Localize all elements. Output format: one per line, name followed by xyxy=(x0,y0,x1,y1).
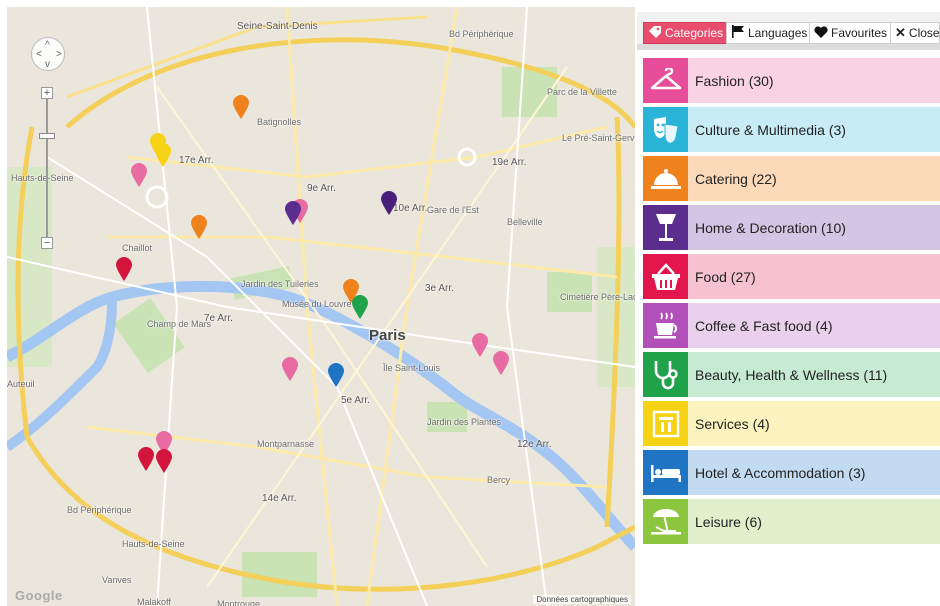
zoom-thumb[interactable] xyxy=(39,133,55,139)
category-list: Fashion (30) Culture & Multimedia (3) Ca… xyxy=(643,58,940,548)
tab-languages-label: Languages xyxy=(748,26,808,40)
category-food[interactable]: Food (27) xyxy=(643,254,940,299)
lamp-icon xyxy=(643,205,688,250)
bed-icon xyxy=(643,450,688,495)
category-label: Home & Decoration (10) xyxy=(688,205,940,250)
category-coffee-fast-food[interactable]: Coffee & Fast food (4) xyxy=(643,303,940,348)
app-root: Seine-Saint-Denis Bd Périphérique Parc d… xyxy=(0,0,940,606)
food-marker[interactable] xyxy=(156,449,172,473)
tab-categories-label: Categories xyxy=(665,26,724,40)
food-marker[interactable] xyxy=(116,257,132,281)
beach-umbrella-icon xyxy=(643,499,688,544)
pan-control[interactable]: ^ < > v xyxy=(31,37,65,71)
pan-down-icon[interactable]: v xyxy=(45,60,50,70)
tag-icon xyxy=(648,25,662,41)
zoom-track-line xyxy=(46,99,48,245)
tab-divider xyxy=(637,44,940,50)
category-label: Beauty, Health & Wellness (11) xyxy=(688,352,940,397)
category-fashion[interactable]: Fashion (30) xyxy=(643,58,940,103)
catering-marker[interactable] xyxy=(233,95,249,119)
tab-close-label: Close xyxy=(908,26,940,40)
map-view[interactable]: Seine-Saint-Denis Bd Périphérique Parc d… xyxy=(7,7,635,606)
flag-icon xyxy=(731,25,745,41)
map-attribution[interactable]: Données cartographiques xyxy=(533,595,631,604)
home-decoration-marker[interactable] xyxy=(381,191,397,215)
tab-bar: Categories Languages Favourites ✕ Close xyxy=(637,12,940,46)
theater-masks-icon xyxy=(643,107,688,152)
fashion-marker[interactable] xyxy=(472,333,488,357)
fashion-marker[interactable] xyxy=(493,351,509,375)
category-label: Coffee & Fast food (4) xyxy=(688,303,940,348)
coffee-cup-icon xyxy=(643,303,688,348)
category-home-decoration[interactable]: Home & Decoration (10) xyxy=(643,205,940,250)
category-services[interactable]: Services (4) xyxy=(643,401,940,446)
tab-languages[interactable]: Languages xyxy=(726,22,813,44)
services-marker[interactable] xyxy=(155,143,171,167)
tab-favourites[interactable]: Favourites xyxy=(809,22,893,44)
home-decoration-marker[interactable] xyxy=(285,201,301,225)
heart-icon xyxy=(814,25,828,41)
category-label: Leisure (6) xyxy=(688,499,940,544)
zoom-in-button[interactable]: + xyxy=(41,87,53,99)
zoom-slider[interactable]: + − xyxy=(39,87,55,257)
food-marker[interactable] xyxy=(138,447,154,471)
fashion-marker[interactable] xyxy=(282,357,298,381)
category-catering[interactable]: Catering (22) xyxy=(643,156,940,201)
category-beauty-health-wellness[interactable]: Beauty, Health & Wellness (11) xyxy=(643,352,940,397)
google-logo[interactable]: Google xyxy=(15,588,63,603)
category-label: Fashion (30) xyxy=(688,58,940,103)
tab-favourites-label: Favourites xyxy=(831,26,888,40)
hanger-icon xyxy=(643,58,688,103)
category-hotel-accommodation[interactable]: Hotel & Accommodation (3) xyxy=(643,450,940,495)
category-panel: Categories Languages Favourites ✕ Close xyxy=(637,0,940,606)
beauty-marker[interactable] xyxy=(352,295,368,319)
stethoscope-icon xyxy=(643,352,688,397)
close-icon: ✕ xyxy=(895,25,906,40)
cloche-icon xyxy=(643,156,688,201)
category-label: Food (27) xyxy=(688,254,940,299)
hotel-marker[interactable] xyxy=(328,363,344,387)
tab-categories[interactable]: Categories xyxy=(643,22,729,44)
pan-right-icon[interactable]: > xyxy=(56,50,62,60)
basket-icon xyxy=(643,254,688,299)
category-label: Services (4) xyxy=(688,401,940,446)
category-culture-multimedia[interactable]: Culture & Multimedia (3) xyxy=(643,107,940,152)
pan-up-icon[interactable]: ^ xyxy=(45,41,50,51)
tab-close[interactable]: ✕ Close xyxy=(890,22,940,44)
atm-icon xyxy=(643,401,688,446)
category-label: Hotel & Accommodation (3) xyxy=(688,450,940,495)
category-label: Catering (22) xyxy=(688,156,940,201)
category-leisure[interactable]: Leisure (6) xyxy=(643,499,940,544)
catering-marker[interactable] xyxy=(191,215,207,239)
fashion-marker[interactable] xyxy=(131,163,147,187)
pan-left-icon[interactable]: < xyxy=(36,50,42,60)
zoom-out-button[interactable]: − xyxy=(41,237,53,249)
category-label: Culture & Multimedia (3) xyxy=(688,107,940,152)
